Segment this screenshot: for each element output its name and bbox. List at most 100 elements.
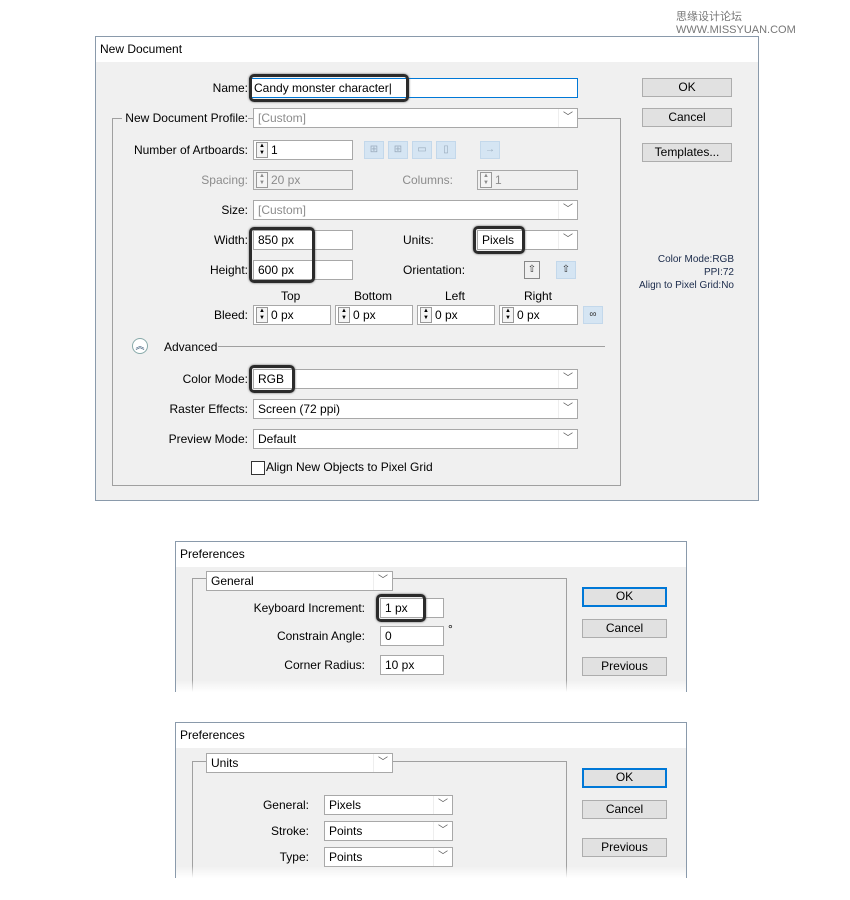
chevron-down-icon: ﹀ <box>558 109 577 127</box>
chevron-down-icon: ﹀ <box>433 796 452 814</box>
artboards-stepper[interactable]: ▲ ▼ 1 <box>253 140 353 160</box>
color-mode-select[interactable]: RGB ﹀ <box>253 369 578 389</box>
link-bleed-icon[interactable]: ∞ <box>583 306 603 324</box>
preferences-general-dialog: Preferences General ﹀ Keyboard Increment:… <box>175 541 687 692</box>
stepper-arrows-icon[interactable]: ▲ ▼ <box>256 142 268 158</box>
constrain-angle-input[interactable]: 0 <box>380 626 444 646</box>
orientation-label: Orientation: <box>403 263 466 277</box>
arrange-by-row-icon[interactable]: ▭ <box>412 141 432 159</box>
degree-symbol: ° <box>448 622 453 636</box>
raster-effects-select[interactable]: Screen (72 ppi) ﹀ <box>253 399 578 419</box>
ok-button[interactable]: OK <box>582 587 667 607</box>
cancel-button[interactable]: Cancel <box>582 619 667 638</box>
grid-by-column-icon[interactable]: ⊞ <box>388 141 408 159</box>
bleed-left-stepper[interactable]: ▲ ▼ 0 px <box>417 305 495 325</box>
dialog-title: Preferences <box>176 542 686 567</box>
general-units-select[interactable]: Pixels ﹀ <box>324 795 453 815</box>
color-mode-highlight <box>249 365 295 393</box>
height-label: Height: <box>209 263 248 277</box>
keyboard-increment-highlight <box>376 594 426 622</box>
size-select[interactable]: [Custom] ﹀ <box>253 200 578 220</box>
type-units-label: Type: <box>279 850 309 864</box>
stroke-units-select[interactable]: Points ﹀ <box>324 821 453 841</box>
chevron-down-icon: ﹀ <box>558 231 577 249</box>
bleed-label: Bleed: <box>213 308 248 322</box>
bleed-bottom-header: Bottom <box>354 289 393 303</box>
columns-stepper: ▲ ▼ 1 <box>477 170 578 190</box>
chevron-down-icon: ﹀ <box>558 201 577 219</box>
cancel-button[interactable]: Cancel <box>582 800 667 819</box>
advanced-toggle-icon[interactable]: ︽ <box>132 338 148 354</box>
ok-button[interactable]: OK <box>642 78 732 97</box>
artboards-label: Number of Artboards: <box>133 143 248 157</box>
align-pixel-grid-checkbox[interactable] <box>251 461 265 475</box>
advanced-divider <box>218 346 605 347</box>
fade <box>176 866 686 878</box>
landscape-icon[interactable]: ⇧ <box>556 261 576 279</box>
color-mode-info: Color Mode:RGB <box>657 254 734 265</box>
preview-mode-label: Preview Mode: <box>168 432 248 446</box>
bleed-bottom-stepper[interactable]: ▲ ▼ 0 px <box>335 305 413 325</box>
dialog-title: Preferences <box>176 723 686 748</box>
section-select[interactable]: Units ﹀ <box>206 753 393 773</box>
bleed-top-stepper[interactable]: ▲ ▼ 0 px <box>253 305 331 325</box>
new-document-dialog: New Document Name: Candy monster charact… <box>95 36 759 501</box>
bleed-left-header: Left <box>445 289 466 303</box>
grid-by-row-icon[interactable]: ⊞ <box>364 141 384 159</box>
corner-radius-input[interactable]: 10 px <box>380 655 444 675</box>
constrain-angle-label: Constrain Angle: <box>276 629 365 643</box>
units-highlight <box>473 226 525 254</box>
portrait-icon[interactable]: ⇧ <box>524 261 540 279</box>
profile-select[interactable]: [Custom] ﹀ <box>253 108 578 128</box>
chevron-down-icon: ﹀ <box>373 754 392 772</box>
chevron-down-icon: ﹀ <box>433 848 452 866</box>
preferences-units-dialog: Preferences Units ﹀ General: Pixels ﹀ Stro… <box>175 722 687 878</box>
bleed-right-header: Right <box>524 289 553 303</box>
stepper-arrows-icon: ▲ ▼ <box>256 172 268 188</box>
watermark: 思缘设计论坛 WWW.MISSYUAN.COM <box>676 11 796 36</box>
section-select[interactable]: General ﹀ <box>206 571 393 591</box>
preview-mode-select[interactable]: Default ﹀ <box>253 429 578 449</box>
width-label: Width: <box>213 233 248 247</box>
chevron-down-icon: ﹀ <box>558 400 577 418</box>
chevron-down-icon: ﹀ <box>558 370 577 388</box>
dialog-title: New Document <box>96 37 758 62</box>
fade <box>176 680 686 692</box>
chevron-down-icon: ﹀ <box>433 822 452 840</box>
stepper-arrows-icon[interactable]: ▲ ▼ <box>338 307 350 323</box>
color-mode-label: Color Mode: <box>182 372 248 386</box>
previous-button[interactable]: Previous <box>582 838 667 857</box>
general-units-label: General: <box>262 798 309 812</box>
raster-effects-label: Raster Effects: <box>169 402 248 416</box>
ppi-info: PPI:72 <box>703 267 734 278</box>
stepper-arrows-icon[interactable]: ▲ ▼ <box>420 307 432 323</box>
size-highlight <box>249 227 315 283</box>
name-highlight <box>249 74 409 102</box>
ok-button[interactable]: OK <box>582 768 667 788</box>
chevron-down-icon: ﹀ <box>558 430 577 448</box>
type-units-select[interactable]: Points ﹀ <box>324 847 453 867</box>
bleed-top-header: Top <box>281 289 301 303</box>
align-grid-info: Align to Pixel Grid:No <box>638 280 734 291</box>
corner-radius-label: Corner Radius: <box>284 658 365 672</box>
keyboard-increment-label: Keyboard Increment: <box>253 601 365 615</box>
stepper-arrows-icon: ▲ ▼ <box>480 172 492 188</box>
stepper-arrows-icon[interactable]: ▲ ▼ <box>256 307 268 323</box>
layout-direction-icon[interactable]: → <box>480 141 500 159</box>
chevron-down-icon: ﹀ <box>373 572 392 590</box>
advanced-label: Advanced <box>164 340 218 354</box>
profile-label: New Document Profile: <box>122 108 248 128</box>
bleed-right-stepper[interactable]: ▲ ▼ 0 px <box>499 305 578 325</box>
size-label: Size: <box>221 203 248 217</box>
stroke-units-label: Stroke: <box>270 824 309 838</box>
cancel-button[interactable]: Cancel <box>642 108 732 127</box>
align-pixel-grid-label: Align New Objects to Pixel Grid <box>266 460 433 474</box>
columns-label: Columns: <box>402 173 453 187</box>
spacing-stepper: ▲ ▼ 20 px <box>253 170 353 190</box>
arrange-by-column-icon[interactable]: ▯ <box>436 141 456 159</box>
units-label: Units: <box>403 233 434 247</box>
previous-button[interactable]: Previous <box>582 657 667 676</box>
stepper-arrows-icon[interactable]: ▲ ▼ <box>502 307 514 323</box>
templates-button[interactable]: Templates... <box>642 143 732 162</box>
spacing-label: Spacing: <box>201 173 248 187</box>
